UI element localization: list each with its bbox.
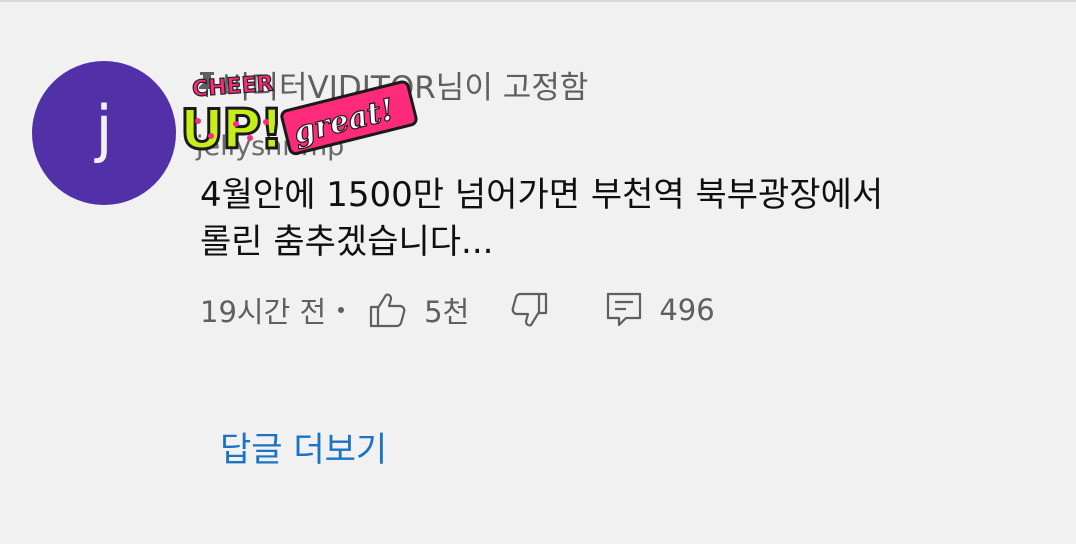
comment-body: 4월안에 1500만 넘어가면 부천역 북부광장에서 롤린 춤추겠습니다...: [200, 172, 1020, 266]
like-button[interactable]: [366, 289, 408, 331]
thumbs-down-icon: [511, 292, 548, 327]
sticker-main-text: UP!: [180, 98, 282, 161]
separator-dot: [338, 307, 345, 313]
pinned-comment: j 비디터VIDITOR님이 고정함 jellyshrimp CHEER UP!…: [0, 0, 1076, 544]
more-replies-link[interactable]: 답글 더보기: [220, 420, 387, 472]
reply-count: 496: [659, 293, 715, 327]
like-count: 5천: [424, 295, 470, 329]
dislike-button[interactable]: [509, 289, 551, 331]
reply-button[interactable]: [603, 289, 645, 331]
avatar-letter: j: [95, 92, 113, 165]
comment-actions: 19시간 전 5천 496: [200, 286, 715, 334]
comment-text-line-2: 롤린 춤추겠습니다...: [200, 222, 494, 262]
avatar[interactable]: j: [32, 61, 176, 205]
thumbs-up-icon: [370, 293, 406, 328]
reply-comment-icon: [607, 292, 642, 327]
comment-text-line-1: 4월안에 1500만 넘어가면 부천역 북부광장에서: [200, 175, 884, 215]
timestamp: 19시간 전: [200, 295, 327, 329]
cheer-up-sticker: CHEER UP! great!: [179, 71, 418, 163]
